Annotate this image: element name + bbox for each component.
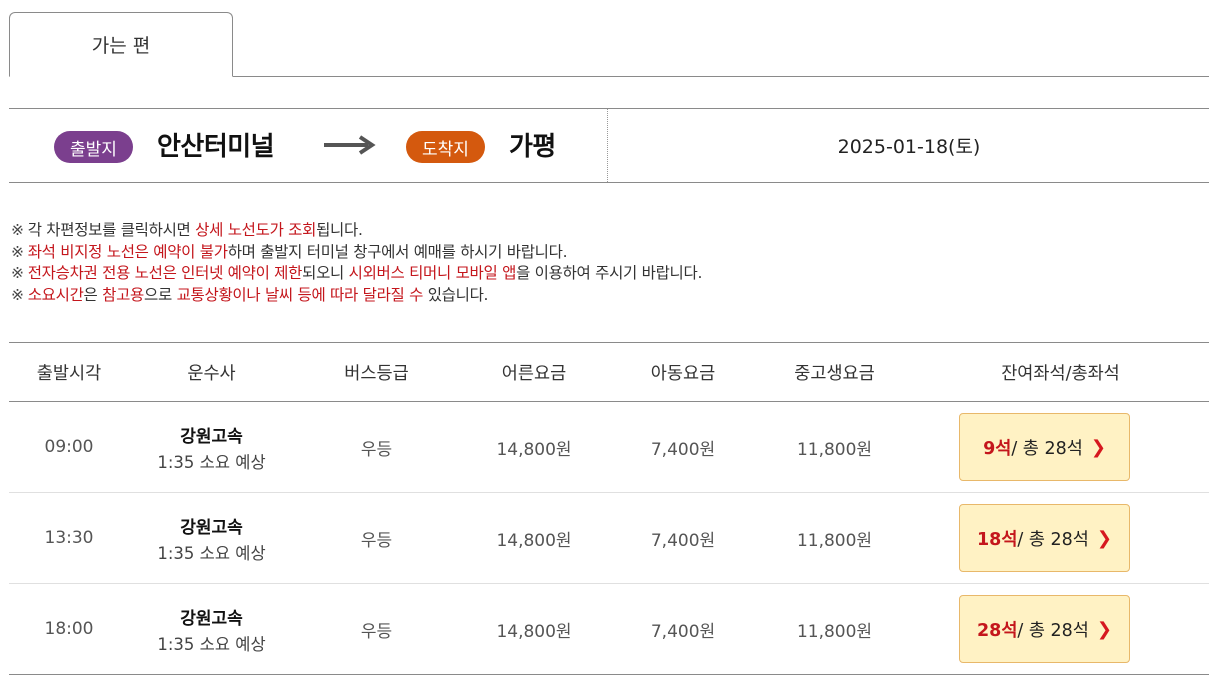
adult-fare: 14,800원 <box>496 439 572 460</box>
carrier-cell: 강원고속 1:35 소요 예상 <box>129 422 294 473</box>
tab-outbound-label: 가는 편 <box>91 35 151 57</box>
bus-grade: 우등 <box>360 439 393 460</box>
notice-highlight: 교통상황이나 날씨 등에 따라 달라질 수 <box>176 285 424 304</box>
notice-text: 은 <box>83 285 103 304</box>
notice-text: 됩니다. <box>316 221 363 239</box>
departure-place: 안산터미널 <box>157 132 275 162</box>
header-youth-fare: 중고생요금 <box>794 363 875 384</box>
reference-mark-icon: ※ <box>11 221 24 239</box>
table-header: 출발시각 운수사 버스등급 어른요금 아동요금 중고생요금 잔여좌석/총좌석 <box>9 342 1209 402</box>
duration-estimate: 1:35 소요 예상 <box>157 543 266 563</box>
notice-highlight: 소요시간 <box>27 285 84 304</box>
reference-mark-icon: ※ <box>11 242 24 261</box>
select-seat-button[interactable]: 9석 / 총 28석 ❯ <box>959 413 1130 481</box>
notice-highlight: 시외버스 티머니 모바일 앱 <box>348 264 517 282</box>
child-fare: 7,400원 <box>650 530 716 551</box>
travel-date: 2025-01-18(토) <box>837 136 981 158</box>
notice-line: ※ 좌석 비지정 노선은 예약이 불가하며 출발지 터미널 창구에서 예매를 하시… <box>11 242 1201 264</box>
notice-text: 있습니다. <box>423 285 489 304</box>
arrival-place: 가평 <box>509 132 556 162</box>
notice-text: 각 차편정보를 클릭하시면 <box>27 221 196 239</box>
child-fare: 7,400원 <box>650 439 716 460</box>
notice-highlight: 좌석 비지정 노선은 예약이 불가 <box>27 242 228 261</box>
departure-time: 18:00 <box>44 619 94 639</box>
chevron-right-icon: ❯ <box>1090 436 1106 458</box>
notice-line: ※ 전자승차권 전용 노선은 인터넷 예약이 제한되오니 시외버스 티머니 모바일… <box>11 263 1201 285</box>
select-seat-button[interactable]: 28석 / 총 28석 ❯ <box>959 595 1130 663</box>
duration-estimate: 1:35 소요 예상 <box>157 452 266 472</box>
carrier-name: 강원고속 <box>180 426 243 447</box>
notice-text: 을 이용하여 주시기 바랍니다. <box>516 264 703 282</box>
remaining-seats: 28석 <box>976 620 1018 641</box>
carrier-cell: 강원고속 1:35 소요 예상 <box>129 513 294 564</box>
child-fare: 7,400원 <box>650 621 716 642</box>
reference-mark-icon: ※ <box>11 285 24 304</box>
total-seats: / 총 28석 <box>1017 529 1089 550</box>
bus-grade: 우등 <box>360 530 393 551</box>
header-bus-grade: 버스등급 <box>344 363 409 384</box>
total-seats: / 총 28석 <box>1017 620 1089 641</box>
reference-mark-icon: ※ <box>11 264 24 282</box>
notice-highlight: 참고용 <box>102 285 145 304</box>
route-places: 출발지 안산터미널 도착지 가평 <box>9 109 608 182</box>
total-seats: / 총 28석 <box>1011 438 1083 459</box>
header-carrier: 운수사 <box>187 363 236 384</box>
tab-bar: 가는 편 <box>9 12 1209 77</box>
notice-list: ※ 각 차편정보를 클릭하시면 상세 노선도가 조회됩니다. ※ 좌석 비지정 노선은… <box>11 220 1201 306</box>
carrier-name: 강원고속 <box>180 517 243 538</box>
table-row[interactable]: 18:00 강원고속 1:35 소요 예상 우등 14,800원 7,400원 … <box>9 584 1209 675</box>
chevron-right-icon: ❯ <box>1096 618 1113 640</box>
header-adult-fare: 어른요금 <box>501 363 567 384</box>
duration-estimate: 1:35 소요 예상 <box>157 634 266 654</box>
departure-time: 13:30 <box>44 528 94 548</box>
notice-text: 되오니 <box>302 264 349 282</box>
route-summary: 출발지 안산터미널 도착지 가평 2025-01-18(토) <box>9 108 1209 183</box>
adult-fare: 14,800원 <box>496 530 572 551</box>
notice-highlight: 전자승차권 전용 노선은 인터넷 예약이 제한 <box>27 264 303 282</box>
departure-badge: 출발지 <box>54 131 133 163</box>
header-seats: 잔여좌석/총좌석 <box>1001 363 1120 384</box>
tab-outbound[interactable]: 가는 편 <box>9 12 233 77</box>
departure-time: 09:00 <box>44 437 94 457</box>
seats-cell: 9석 / 총 28석 ❯ <box>912 413 1209 481</box>
carrier-name: 강원고속 <box>180 608 243 629</box>
adult-fare: 14,800원 <box>496 621 572 642</box>
chevron-right-icon: ❯ <box>1096 527 1113 549</box>
select-seat-button[interactable]: 18석 / 총 28석 ❯ <box>959 504 1130 572</box>
notice-highlight: 상세 노선도가 조회 <box>195 221 317 239</box>
arrival-badge: 도착지 <box>406 131 485 163</box>
long-right-arrow-icon <box>324 135 376 155</box>
notice-line: ※ 소요시간은 참고용으로 교통상황이나 날씨 등에 따라 달라질 수 있습니다. <box>11 285 1201 307</box>
notice-line: ※ 각 차편정보를 클릭하시면 상세 노선도가 조회됩니다. <box>11 220 1201 242</box>
table-row[interactable]: 13:30 강원고속 1:35 소요 예상 우등 14,800원 7,400원 … <box>9 493 1209 584</box>
remaining-seats: 9석 <box>983 438 1012 459</box>
youth-fare: 11,800원 <box>796 621 873 642</box>
carrier-cell: 강원고속 1:35 소요 예상 <box>129 604 294 655</box>
notice-text: 하며 출발지 터미널 창구에서 예매를 하시기 바랍니다. <box>227 242 568 261</box>
youth-fare: 11,800원 <box>796 439 873 460</box>
bus-grade: 우등 <box>360 621 393 642</box>
seats-cell: 28석 / 총 28석 ❯ <box>912 595 1209 663</box>
table-row[interactable]: 09:00 강원고속 1:35 소요 예상 우등 14,800원 7,400원 … <box>9 402 1209 493</box>
header-departure-time: 출발시각 <box>36 363 102 384</box>
notice-text: 으로 <box>144 285 177 304</box>
schedule-table: 출발시각 운수사 버스등급 어른요금 아동요금 중고생요금 잔여좌석/총좌석 0… <box>9 342 1209 675</box>
remaining-seats: 18석 <box>976 529 1018 550</box>
youth-fare: 11,800원 <box>796 530 873 551</box>
header-child-fare: 아동요금 <box>650 363 716 384</box>
seats-cell: 18석 / 총 28석 ❯ <box>912 504 1209 572</box>
